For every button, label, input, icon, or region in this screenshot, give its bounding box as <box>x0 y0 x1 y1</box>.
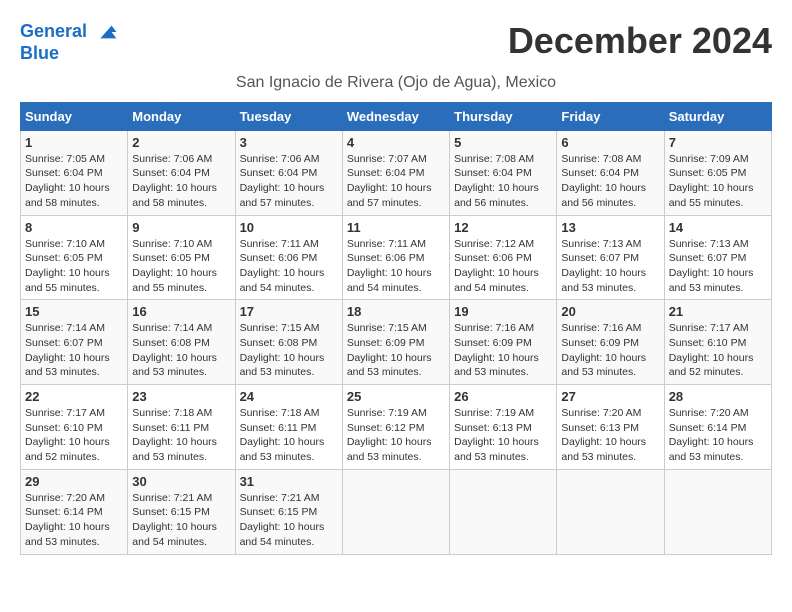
table-row: 20Sunrise: 7:16 AMSunset: 6:09 PMDayligh… <box>557 300 664 385</box>
table-row: 14Sunrise: 7:13 AMSunset: 6:07 PMDayligh… <box>664 215 771 300</box>
table-row: 19Sunrise: 7:16 AMSunset: 6:09 PMDayligh… <box>450 300 557 385</box>
calendar-table: Sunday Monday Tuesday Wednesday Thursday… <box>20 102 772 555</box>
table-row <box>342 469 449 554</box>
table-row: 16Sunrise: 7:14 AMSunset: 6:08 PMDayligh… <box>128 300 235 385</box>
col-saturday: Saturday <box>664 102 771 130</box>
title-section: December 2024 <box>508 20 772 62</box>
table-row: 5Sunrise: 7:08 AMSunset: 6:04 PMDaylight… <box>450 130 557 215</box>
col-friday: Friday <box>557 102 664 130</box>
table-row: 12Sunrise: 7:12 AMSunset: 6:06 PMDayligh… <box>450 215 557 300</box>
table-row: 22Sunrise: 7:17 AMSunset: 6:10 PMDayligh… <box>21 385 128 470</box>
col-monday: Monday <box>128 102 235 130</box>
table-row: 15Sunrise: 7:14 AMSunset: 6:07 PMDayligh… <box>21 300 128 385</box>
table-row: 26Sunrise: 7:19 AMSunset: 6:13 PMDayligh… <box>450 385 557 470</box>
table-row: 3Sunrise: 7:06 AMSunset: 6:04 PMDaylight… <box>235 130 342 215</box>
table-row: 21Sunrise: 7:17 AMSunset: 6:10 PMDayligh… <box>664 300 771 385</box>
table-row: 13Sunrise: 7:13 AMSunset: 6:07 PMDayligh… <box>557 215 664 300</box>
logo: General Blue <box>20 20 118 64</box>
table-row: 17Sunrise: 7:15 AMSunset: 6:08 PMDayligh… <box>235 300 342 385</box>
table-row: 6Sunrise: 7:08 AMSunset: 6:04 PMDaylight… <box>557 130 664 215</box>
table-row: 18Sunrise: 7:15 AMSunset: 6:09 PMDayligh… <box>342 300 449 385</box>
table-row: 28Sunrise: 7:20 AMSunset: 6:14 PMDayligh… <box>664 385 771 470</box>
logo-icon <box>94 20 118 44</box>
table-row: 11Sunrise: 7:11 AMSunset: 6:06 PMDayligh… <box>342 215 449 300</box>
table-row: 7Sunrise: 7:09 AMSunset: 6:05 PMDaylight… <box>664 130 771 215</box>
table-row <box>557 469 664 554</box>
table-row: 1Sunrise: 7:05 AMSunset: 6:04 PMDaylight… <box>21 130 128 215</box>
table-row: 9Sunrise: 7:10 AMSunset: 6:05 PMDaylight… <box>128 215 235 300</box>
table-row: 30Sunrise: 7:21 AMSunset: 6:15 PMDayligh… <box>128 469 235 554</box>
table-row: 31Sunrise: 7:21 AMSunset: 6:15 PMDayligh… <box>235 469 342 554</box>
table-row: 24Sunrise: 7:18 AMSunset: 6:11 PMDayligh… <box>235 385 342 470</box>
col-wednesday: Wednesday <box>342 102 449 130</box>
month-title: December 2024 <box>508 20 772 62</box>
logo-text: General <box>20 20 118 44</box>
table-row: 23Sunrise: 7:18 AMSunset: 6:11 PMDayligh… <box>128 385 235 470</box>
table-row: 10Sunrise: 7:11 AMSunset: 6:06 PMDayligh… <box>235 215 342 300</box>
table-row: 4Sunrise: 7:07 AMSunset: 6:04 PMDaylight… <box>342 130 449 215</box>
location-title: San Ignacio de Rivera (Ojo de Agua), Mex… <box>20 74 772 92</box>
table-row <box>450 469 557 554</box>
col-thursday: Thursday <box>450 102 557 130</box>
table-row: 27Sunrise: 7:20 AMSunset: 6:13 PMDayligh… <box>557 385 664 470</box>
logo-text2: Blue <box>20 44 118 64</box>
col-tuesday: Tuesday <box>235 102 342 130</box>
table-row: 25Sunrise: 7:19 AMSunset: 6:12 PMDayligh… <box>342 385 449 470</box>
table-row: 2Sunrise: 7:06 AMSunset: 6:04 PMDaylight… <box>128 130 235 215</box>
table-row: 29Sunrise: 7:20 AMSunset: 6:14 PMDayligh… <box>21 469 128 554</box>
col-sunday: Sunday <box>21 102 128 130</box>
table-row: 8Sunrise: 7:10 AMSunset: 6:05 PMDaylight… <box>21 215 128 300</box>
table-row <box>664 469 771 554</box>
